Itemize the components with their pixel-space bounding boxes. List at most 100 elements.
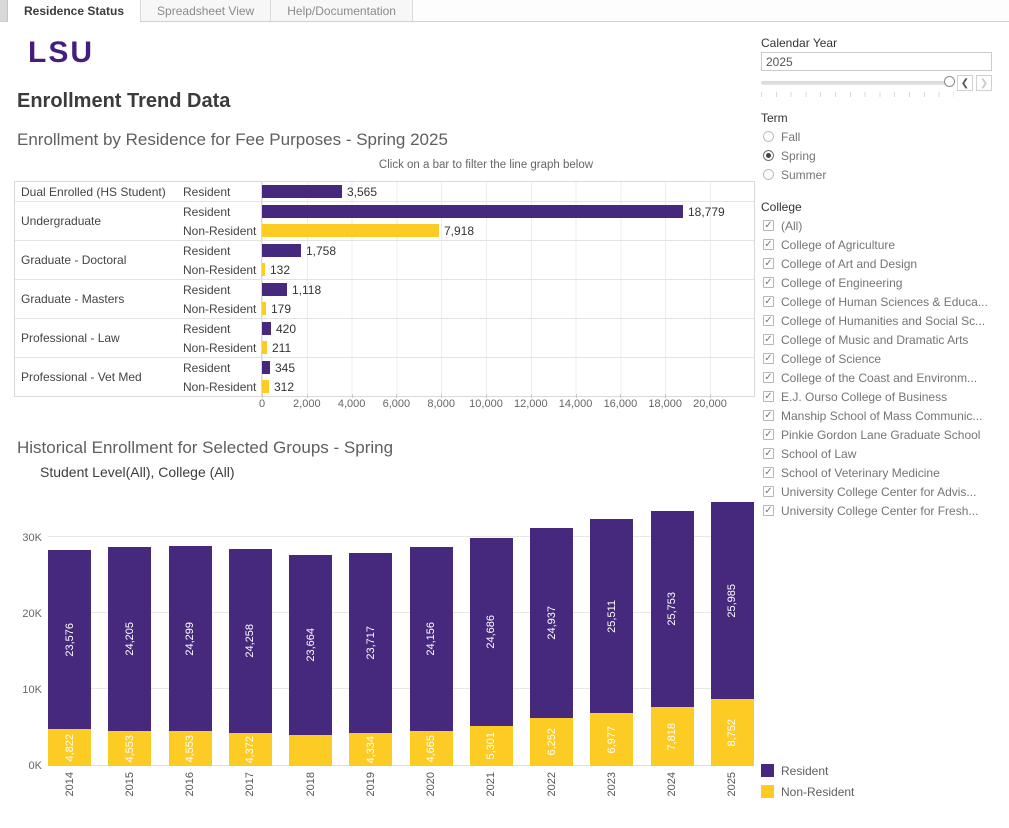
tab-spreadsheet-view[interactable]: Spreadsheet View: [141, 0, 271, 21]
chart2-resident-segment[interactable]: 24,258: [229, 549, 272, 733]
chart2-nonresident-segment[interactable]: 7,818: [651, 707, 694, 766]
slider-prev-button[interactable]: ❮: [957, 75, 973, 91]
college-option[interactable]: ✓College of the Coast and Environm...: [761, 368, 988, 387]
chart2-resident-value: 24,156: [425, 622, 437, 656]
college-option[interactable]: ✓Manship School of Mass Communic...: [761, 406, 988, 425]
chart2-column: 24,9376,252: [530, 494, 573, 766]
term-option-spring[interactable]: Spring: [761, 146, 826, 165]
chart2-resident-segment[interactable]: 25,985: [711, 502, 754, 699]
college-option[interactable]: ✓College of Music and Dramatic Arts: [761, 330, 988, 349]
slider-next-button[interactable]: ❯: [976, 75, 992, 91]
chart2-year-label: 2018: [289, 772, 332, 796]
slider-handle[interactable]: [944, 76, 955, 87]
chart2-nonresident-value: 6,977: [606, 726, 618, 754]
college-option[interactable]: ✓College of Humanities and Social Sc...: [761, 311, 988, 330]
term-option-summer[interactable]: Summer: [761, 165, 826, 184]
chart1-bar[interactable]: [262, 205, 683, 218]
chart2-nonresident-segment[interactable]: 4,372: [229, 733, 272, 766]
college-option[interactable]: ✓(All): [761, 216, 988, 235]
chart1-bar[interactable]: [262, 263, 265, 276]
chart2-resident-segment[interactable]: 24,686: [470, 538, 513, 726]
college-option[interactable]: ✓College of Engineering: [761, 273, 988, 292]
chart2-resident-segment[interactable]: 24,156: [410, 547, 453, 731]
legend-item-non-resident[interactable]: Non-Resident: [761, 781, 854, 802]
chart1-bar[interactable]: [262, 380, 269, 393]
chart2-nonresident-segment[interactable]: 8,752: [711, 699, 754, 766]
dashboard-content: LSU Enrollment Trend Data Enrollment by …: [0, 22, 755, 828]
chart1-row: Non-Resident7,918: [181, 221, 754, 240]
chart2-nonresident-segment[interactable]: 4,822: [48, 729, 91, 766]
chart1-group-label: Undergraduate: [15, 202, 181, 240]
chart2-year-label: 2016: [169, 772, 212, 796]
chart1-bar[interactable]: [262, 224, 439, 237]
college-option[interactable]: ✓University College Center for Advis...: [761, 482, 988, 501]
chart2-nonresident-segment[interactable]: 4,665: [410, 731, 453, 766]
chart1-residency-label: Non-Resident: [181, 341, 261, 355]
chart2-resident-segment[interactable]: 23,576: [48, 550, 91, 729]
chart1-row: Non-Resident211: [181, 338, 754, 357]
chart1-bar-track: 132: [261, 260, 754, 279]
legend-color-chip: [761, 764, 774, 777]
checkbox-icon: ✓: [763, 315, 774, 326]
checkbox-icon: ✓: [763, 391, 774, 402]
chart1-bar[interactable]: [262, 341, 267, 354]
college-option[interactable]: ✓School of Law: [761, 444, 988, 463]
slider-track[interactable]: [761, 81, 953, 85]
chart2-nonresident-segment[interactable]: 4,334: [349, 733, 392, 766]
chart1-bar-value: 132: [270, 263, 290, 277]
chart2-year-label: 2023: [590, 772, 633, 796]
chart1-bar-track: 18,779: [261, 202, 754, 221]
chart1-bar[interactable]: [262, 322, 271, 335]
chart1-bar[interactable]: [262, 185, 342, 198]
chart1-bar[interactable]: [262, 244, 301, 257]
chart1-bar[interactable]: [262, 302, 266, 315]
college-option[interactable]: ✓School of Veterinary Medicine: [761, 463, 988, 482]
college-option[interactable]: ✓Pinkie Gordon Lane Graduate School: [761, 425, 988, 444]
college-option[interactable]: ✓College of Agriculture: [761, 235, 988, 254]
college-option[interactable]: ✓College of Human Sciences & Educa...: [761, 292, 988, 311]
chart2-resident-segment[interactable]: 24,937: [530, 528, 573, 718]
college-option[interactable]: ✓E.J. Ourso College of Business: [761, 387, 988, 406]
chart2-resident-segment[interactable]: 24,205: [108, 547, 151, 731]
chart1-residency-label: Resident: [181, 283, 261, 297]
legend-color-chip: [761, 785, 774, 798]
calendar-year-slider[interactable]: [761, 77, 953, 88]
chart1-bar[interactable]: [262, 283, 287, 296]
chart1-group-label: Professional - Law: [15, 319, 181, 357]
chart2-nonresident-value: 5,301: [485, 732, 497, 760]
chart1-bar[interactable]: [262, 361, 270, 374]
calendar-year-input[interactable]: [761, 52, 992, 71]
chart2-resident-value: 25,753: [666, 592, 678, 626]
chart2-resident-segment[interactable]: 25,753: [651, 511, 694, 707]
chart2-resident-value: 23,664: [305, 628, 317, 662]
chart1-row: Resident345: [181, 358, 754, 377]
term-option-fall[interactable]: Fall: [761, 127, 826, 146]
chart2-nonresident-segment[interactable]: 5,301: [470, 726, 513, 766]
checkbox-icon: ✓: [763, 258, 774, 269]
residence-bar-chart: Dual Enrolled (HS Student)Resident3,565U…: [14, 181, 755, 397]
filter-sidebar: Calendar Year ❮ ❯ Term FallSpringSummer …: [755, 22, 1009, 828]
chart2-nonresident-segment[interactable]: 4,553: [169, 731, 212, 766]
chart2-resident-segment[interactable]: 23,664: [289, 555, 332, 735]
college-option[interactable]: ✓University College Center for Fresh...: [761, 501, 988, 520]
radio-icon: [763, 131, 774, 142]
chart2-resident-value: 23,717: [365, 626, 377, 660]
legend-item-resident[interactable]: Resident: [761, 760, 854, 781]
chart2-y-tick: 20K: [4, 608, 42, 620]
chart2-nonresident-value: 8,752: [726, 719, 738, 747]
tab-help-documentation[interactable]: Help/Documentation: [271, 0, 413, 21]
chart2-nonresident-segment[interactable]: 6,977: [590, 713, 633, 766]
chart2-resident-segment[interactable]: 25,511: [590, 519, 633, 713]
tab-residence-status[interactable]: Residence Status: [8, 0, 141, 21]
chart1-axis-tick: 6,000: [383, 398, 411, 410]
chart2-column: 24,2994,553: [169, 494, 212, 766]
chart2-nonresident-segment[interactable]: [289, 735, 332, 766]
college-option[interactable]: ✓College of Science: [761, 349, 988, 368]
chart2-nonresident-segment[interactable]: 4,553: [108, 731, 151, 766]
chart2-resident-segment[interactable]: 24,299: [169, 546, 212, 731]
chart1-group-label: Graduate - Masters: [15, 280, 181, 318]
college-option[interactable]: ✓College of Art and Design: [761, 254, 988, 273]
chart1-axis-tick: 10,000: [469, 398, 503, 410]
chart2-resident-segment[interactable]: 23,717: [349, 553, 392, 733]
chart2-nonresident-segment[interactable]: 6,252: [530, 718, 573, 766]
